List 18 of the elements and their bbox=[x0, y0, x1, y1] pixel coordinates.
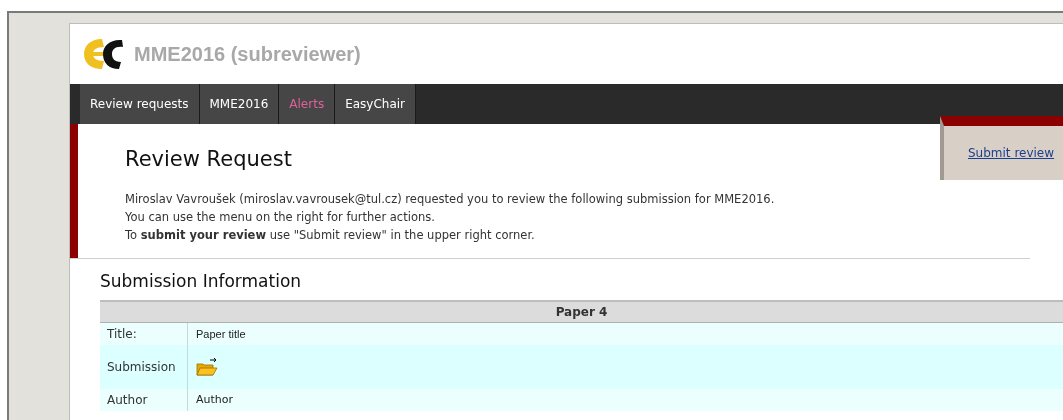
page-title: Review Request bbox=[125, 146, 293, 173]
folder-icon[interactable] bbox=[196, 357, 218, 377]
intro-text: Miroslav Vavroušek (miroslav.vavrousek@tul.cz) requested you to review the following submission for MME2016. bbox=[125, 190, 776, 208]
row-label: Author bbox=[107, 392, 148, 409]
row-value: Author bbox=[196, 391, 234, 408]
logo-icon bbox=[82, 37, 126, 71]
conference-title: MME2016 (subreviewer) bbox=[134, 42, 361, 67]
submit-review-link[interactable]: Submit review bbox=[968, 144, 1055, 162]
nav-tab[interactable]: MME2016 bbox=[199, 84, 280, 124]
table-heading: Paper 4 bbox=[100, 302, 1063, 323]
nav-tab[interactable]: Review requests bbox=[80, 84, 200, 124]
section-title: Submission Information bbox=[100, 269, 303, 293]
row-value: Paper title bbox=[196, 326, 246, 342]
row-label: Title: bbox=[107, 326, 137, 343]
intro-text: You can use the menu on the right for further actions. bbox=[125, 208, 436, 226]
row-label: Submission bbox=[107, 359, 176, 376]
intro-text: To submit your review use "Submit review" in the upper right corner. bbox=[125, 226, 536, 244]
nav-tab[interactable]: EasyChair bbox=[335, 84, 417, 124]
